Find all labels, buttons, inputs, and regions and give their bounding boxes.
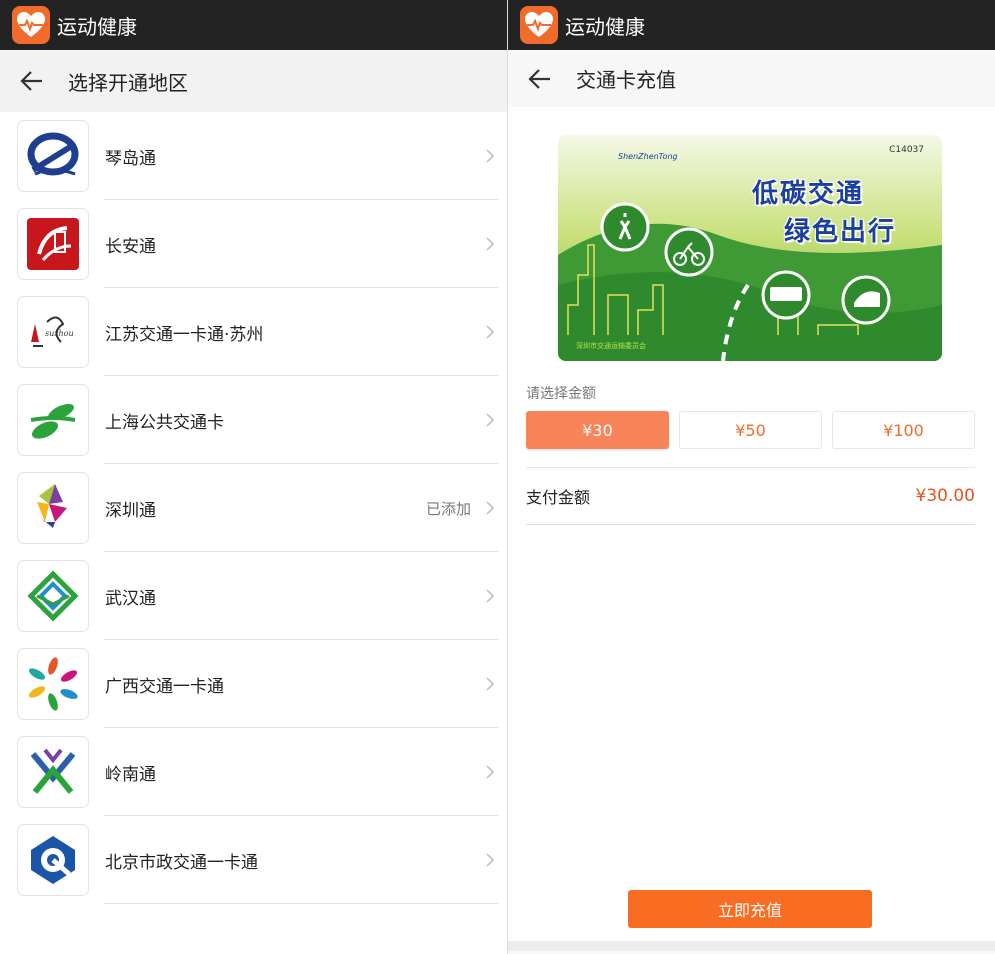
back-arrow-icon[interactable] xyxy=(526,65,554,93)
back-arrow-icon[interactable] xyxy=(18,67,46,95)
qindaotong-logo xyxy=(17,120,89,192)
amount-option-30[interactable]: ¥30 xyxy=(526,411,669,449)
amount-option-50[interactable]: ¥50 xyxy=(679,411,822,449)
region-list: 琴岛通 长安通 suzhou 江苏交通一卡通·苏州 上海公共交通卡 深圳通 已添… xyxy=(0,112,507,904)
lingnantong-logo xyxy=(17,736,89,808)
list-item[interactable]: 岭南通 xyxy=(0,728,507,816)
item-status: 已添加 xyxy=(425,499,471,518)
recharge-content: ShenZhenTong C14037 低碳交通 绿色出行 深圳市交通运输委员会… xyxy=(508,107,995,951)
app-status-bar: 运动健康 xyxy=(0,0,507,50)
region-select-screen: 运动健康 选择开通地区 琴岛通 长安通 suzhou 江苏交通一卡通·苏州 上海… xyxy=(0,0,507,954)
recharge-screen: 运动健康 交通卡充值 ShenZhenTong C14037 低碳交通 绿色出行… xyxy=(507,0,995,954)
app-status-bar: 运动健康 xyxy=(508,0,995,50)
shanghai-transport-card-logo xyxy=(17,384,89,456)
chevron-right-icon xyxy=(486,413,495,427)
pay-label: 支付金额 xyxy=(526,488,591,507)
beijing-transport-card-logo xyxy=(17,824,89,896)
payment-amount-row: 支付金额 ¥30.00 xyxy=(526,467,975,525)
chevron-right-icon xyxy=(486,501,495,515)
card-footer: 深圳市交通运输委员会 xyxy=(576,342,646,350)
amount-option-100[interactable]: ¥100 xyxy=(832,411,975,449)
item-label: 深圳通 xyxy=(105,500,156,521)
page-header: 交通卡充值 xyxy=(508,50,995,107)
page-title: 交通卡充值 xyxy=(576,68,676,92)
item-label: 琴岛通 xyxy=(105,148,156,169)
chevron-right-icon xyxy=(486,149,495,163)
recharge-now-button[interactable]: 立即充值 xyxy=(628,890,872,928)
chevron-right-icon xyxy=(486,853,495,867)
list-item[interactable]: 长安通 xyxy=(0,200,507,288)
card-slogan-line2: 绿色出行 xyxy=(784,217,897,247)
list-item[interactable]: 深圳通 已添加 xyxy=(0,464,507,552)
heart-icon xyxy=(520,6,558,44)
heart-icon xyxy=(12,6,50,44)
chevron-right-icon xyxy=(486,765,495,779)
shenzhentong-logo xyxy=(17,472,89,544)
list-item[interactable]: 武汉通 xyxy=(0,552,507,640)
item-label: 江苏交通一卡通·苏州 xyxy=(105,324,264,345)
list-item[interactable]: 广西交通一卡通 xyxy=(0,640,507,728)
amount-select-label: 请选择金额 xyxy=(526,386,596,402)
bottom-divider xyxy=(508,941,995,951)
page-title: 选择开通地区 xyxy=(68,70,188,95)
chevron-right-icon xyxy=(486,677,495,691)
item-label: 岭南通 xyxy=(105,764,156,785)
list-item[interactable]: 上海公共交通卡 xyxy=(0,376,507,464)
card-slogan-line1: 低碳交通 xyxy=(752,179,865,209)
item-label: 北京市政交通一卡通 xyxy=(105,852,258,873)
wuhantong-logo xyxy=(17,560,89,632)
pay-value: ¥30.00 xyxy=(915,486,975,506)
list-item[interactable]: suzhou 江苏交通一卡通·苏州 xyxy=(0,288,507,376)
page-header: 选择开通地区 xyxy=(0,50,507,112)
item-label: 广西交通一卡通 xyxy=(105,676,224,697)
app-title: 运动健康 xyxy=(565,14,645,39)
chevron-right-icon xyxy=(486,325,495,339)
changantong-logo xyxy=(17,208,89,280)
suzhou-citizen-card-logo: suzhou xyxy=(17,296,89,368)
card-number: C14037 xyxy=(889,145,924,155)
amount-options: ¥30 ¥50 ¥100 xyxy=(526,411,975,449)
chevron-right-icon xyxy=(486,589,495,603)
guangxi-transport-card-logo xyxy=(17,648,89,720)
item-label: 武汉通 xyxy=(105,588,156,609)
svg-text:suzhou: suzhou xyxy=(45,329,74,338)
transit-card-image: ShenZhenTong C14037 低碳交通 绿色出行 深圳市交通运输委员会 xyxy=(558,135,942,361)
item-label: 上海公共交通卡 xyxy=(105,412,224,433)
list-item[interactable]: 北京市政交通一卡通 xyxy=(0,816,507,904)
app-title: 运动健康 xyxy=(57,14,137,39)
item-label: 长安通 xyxy=(105,236,156,257)
card-brand: ShenZhenTong xyxy=(618,152,678,161)
chevron-right-icon xyxy=(486,237,495,251)
list-item[interactable]: 琴岛通 xyxy=(0,112,507,200)
